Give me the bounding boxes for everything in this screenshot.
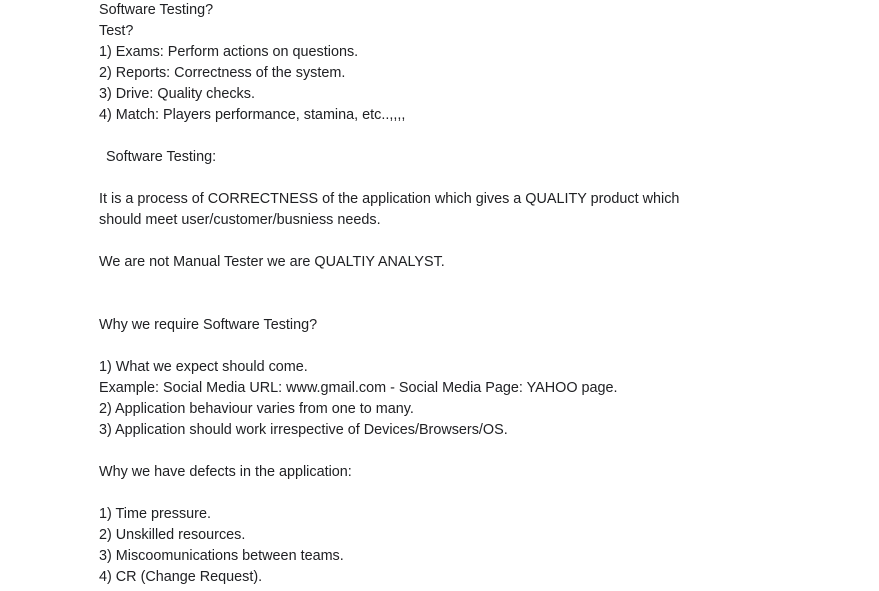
definition-paragraph: It is a process of CORRECTNESS of the ap… bbox=[99, 191, 680, 228]
list-item: 3) Miscoomunications between teams. bbox=[99, 548, 344, 564]
section-question: Test? bbox=[99, 23, 134, 39]
list-item: Example: Social Media URL: www.gmail.com… bbox=[99, 380, 618, 396]
section-title: Software Testing? bbox=[99, 2, 214, 18]
list-item: 2) Reports: Correctness of the system. bbox=[99, 65, 346, 81]
document-body: Software Testing? Test? 1) Exams: Perfor… bbox=[99, 0, 859, 588]
list-item: 2) Unskilled resources. bbox=[99, 527, 246, 543]
section-heading: Why we have defects in the application: bbox=[99, 464, 352, 480]
list-item: 4) CR (Change Request). bbox=[99, 569, 263, 585]
section-heading: Why we require Software Testing? bbox=[99, 317, 318, 333]
list-item: 3) Application should work irrespective … bbox=[99, 422, 508, 438]
section-heading: Software Testing: bbox=[106, 149, 217, 165]
list-item: 1) Time pressure. bbox=[99, 506, 211, 522]
list-item: 1) Exams: Perform actions on questions. bbox=[99, 44, 359, 60]
definition-note: We are not Manual Tester we are QUALTIY … bbox=[99, 254, 445, 270]
list-item: 1) What we expect should come. bbox=[99, 359, 308, 375]
list-item: 3) Drive: Quality checks. bbox=[99, 86, 255, 102]
list-item: 2) Application behaviour varies from one… bbox=[99, 401, 414, 417]
list-item: 4) Match: Players performance, stamina, … bbox=[99, 107, 406, 123]
